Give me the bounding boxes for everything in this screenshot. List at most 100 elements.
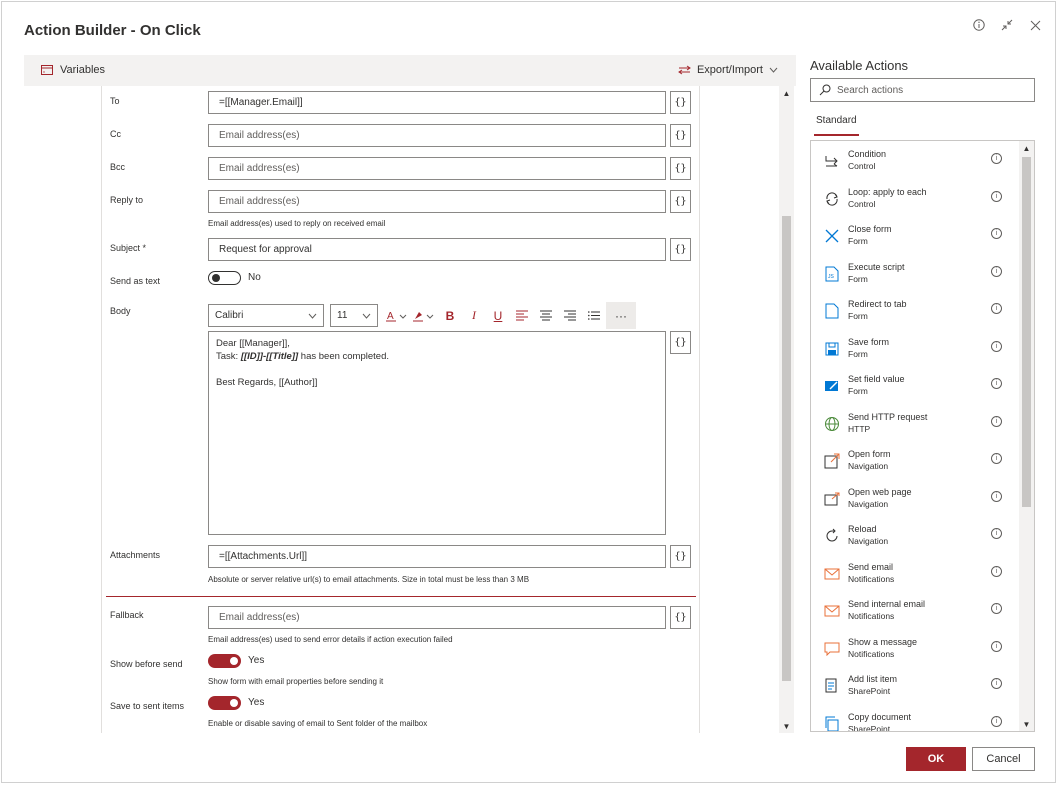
action-builder-dialog: Action Builder - On Click x Variables Ex… bbox=[1, 1, 1056, 783]
to-expression-button[interactable]: {} bbox=[670, 91, 691, 114]
search-actions-input[interactable]: Search actions bbox=[810, 78, 1035, 102]
bold-icon[interactable]: B bbox=[438, 302, 462, 329]
action-name: Execute script bbox=[848, 261, 905, 272]
subject-expression-button[interactable]: {} bbox=[670, 238, 691, 261]
message-icon bbox=[823, 640, 841, 658]
info-icon[interactable] bbox=[971, 17, 987, 33]
export-import-button[interactable]: Export/Import bbox=[678, 64, 778, 76]
fallback-input[interactable]: Email address(es) bbox=[208, 606, 666, 629]
info-icon[interactable]: i bbox=[991, 340, 1002, 352]
info-icon[interactable]: i bbox=[991, 640, 1002, 652]
action-name: Send internal email bbox=[848, 599, 926, 609]
action-name: Close form bbox=[848, 224, 892, 234]
subject-label: Subject * bbox=[110, 243, 147, 253]
info-icon[interactable]: i bbox=[991, 678, 1002, 689]
info-icon[interactable]: i bbox=[991, 265, 1002, 277]
action-name: Send HTTP request bbox=[848, 411, 928, 422]
action-category: SharePoint bbox=[848, 686, 891, 696]
action-item[interactable]: Add list item SharePoint i bbox=[811, 668, 1019, 705]
globe-icon bbox=[823, 415, 841, 433]
cancel-button[interactable]: Cancel bbox=[972, 747, 1035, 771]
actions-scrollbar[interactable]: ▲ ▼ bbox=[1019, 141, 1034, 731]
action-item[interactable]: Condition Control i bbox=[811, 143, 1019, 180]
scroll-down-icon[interactable]: ▼ bbox=[1019, 718, 1034, 730]
action-item[interactable]: Send HTTP request HTTP i bbox=[811, 406, 1019, 443]
action-item[interactable]: Send internal email Notifications i bbox=[811, 593, 1019, 630]
italic-icon[interactable]: I bbox=[462, 302, 486, 329]
action-category: Navigation bbox=[848, 536, 889, 546]
font-size-select[interactable]: 11 bbox=[330, 304, 378, 327]
send-as-text-toggle[interactable] bbox=[208, 271, 241, 285]
info-icon[interactable]: i bbox=[991, 190, 1002, 202]
show-before-send-toggle[interactable] bbox=[208, 654, 241, 668]
action-item[interactable]: Open form Navigation i bbox=[811, 443, 1019, 480]
font-family-select[interactable]: Calibri bbox=[208, 304, 324, 327]
fallback-expression-button[interactable]: {} bbox=[670, 606, 691, 629]
info-icon[interactable]: i bbox=[991, 528, 1002, 539]
body-expression-button[interactable]: {} bbox=[670, 331, 691, 354]
svg-text:A: A bbox=[387, 311, 394, 322]
action-name: Redirect to tab bbox=[848, 299, 907, 309]
action-item[interactable]: Open web page Navigation i bbox=[811, 481, 1019, 518]
actions-scroll-thumb[interactable] bbox=[1022, 157, 1031, 507]
action-item[interactable]: Show a message Notifications i bbox=[811, 631, 1019, 668]
info-icon[interactable]: i bbox=[991, 415, 1002, 427]
subject-input[interactable]: Request for approval bbox=[208, 238, 666, 261]
scroll-up-icon[interactable]: ▲ bbox=[1019, 142, 1034, 154]
info-icon[interactable]: i bbox=[991, 715, 1002, 727]
info-icon[interactable]: i bbox=[991, 228, 1002, 239]
action-item[interactable]: JS Execute script Form i bbox=[811, 256, 1019, 293]
attachments-expression-button[interactable]: {} bbox=[670, 545, 691, 568]
info-icon[interactable]: i bbox=[991, 153, 1002, 164]
scroll-up-icon[interactable]: ▲ bbox=[779, 87, 794, 99]
action-category: Form bbox=[848, 311, 868, 321]
tab-standard[interactable]: Standard bbox=[814, 115, 859, 136]
action-name: Condition bbox=[848, 149, 887, 159]
action-category: Control bbox=[848, 198, 876, 209]
align-right-icon[interactable] bbox=[558, 302, 582, 329]
action-item[interactable]: Copy document SharePoint i bbox=[811, 706, 1019, 731]
action-item[interactable]: Reload Navigation i bbox=[811, 518, 1019, 555]
info-icon[interactable]: i bbox=[991, 453, 1002, 464]
action-item[interactable]: Close form Form i bbox=[811, 218, 1019, 255]
reply-to-label: Reply to bbox=[110, 195, 144, 205]
form-scroll-thumb[interactable] bbox=[782, 216, 791, 681]
info-icon[interactable]: i bbox=[991, 490, 1002, 502]
action-item[interactable]: Loop: apply to each Control i bbox=[811, 181, 1019, 218]
collapse-icon[interactable] bbox=[999, 17, 1015, 33]
more-options-icon[interactable]: ··· bbox=[606, 302, 636, 329]
variables-button[interactable]: x Variables bbox=[41, 64, 105, 76]
reload-icon bbox=[823, 527, 841, 545]
form-scrollbar[interactable]: ▲ ▼ bbox=[779, 86, 794, 733]
action-item[interactable]: Send email Notifications i bbox=[811, 556, 1019, 593]
bullet-list-icon[interactable] bbox=[582, 302, 606, 329]
align-left-icon[interactable] bbox=[510, 302, 534, 329]
scroll-down-icon[interactable]: ▼ bbox=[779, 720, 794, 732]
info-icon[interactable]: i bbox=[991, 565, 1002, 577]
bcc-input[interactable]: Email address(es) bbox=[208, 157, 666, 180]
save-to-sent-toggle[interactable] bbox=[208, 696, 241, 710]
info-icon[interactable]: i bbox=[991, 603, 1002, 614]
builder-toolbar: x Variables Export/Import bbox=[24, 55, 796, 86]
ok-button[interactable]: OK bbox=[906, 747, 966, 771]
reply-to-input[interactable]: Email address(es) bbox=[208, 190, 666, 213]
action-category: Notifications bbox=[848, 648, 895, 659]
to-input[interactable]: =[[Manager.Email]] bbox=[208, 91, 666, 114]
action-item[interactable]: Redirect to tab Form i bbox=[811, 293, 1019, 330]
info-icon[interactable]: i bbox=[991, 303, 1002, 314]
reply-to-expression-button[interactable]: {} bbox=[670, 190, 691, 213]
highlight-icon[interactable] bbox=[410, 302, 438, 329]
font-color-icon[interactable]: A bbox=[384, 302, 410, 329]
cc-input[interactable]: Email address(es) bbox=[208, 124, 666, 147]
info-icon[interactable]: i bbox=[991, 378, 1002, 389]
underline-icon[interactable]: U bbox=[486, 302, 510, 329]
cc-expression-button[interactable]: {} bbox=[670, 124, 691, 147]
body-editor[interactable]: Dear [[Manager]], Task: [[ID]]-[[Title]]… bbox=[208, 331, 666, 535]
svg-text:x: x bbox=[43, 69, 45, 74]
action-item[interactable]: Save form Form i bbox=[811, 331, 1019, 368]
bcc-expression-button[interactable]: {} bbox=[670, 157, 691, 180]
align-center-icon[interactable] bbox=[534, 302, 558, 329]
close-icon[interactable] bbox=[1027, 17, 1043, 33]
action-item[interactable]: Set field value Form i bbox=[811, 368, 1019, 405]
attachments-input[interactable]: =[[Attachments.Url]] bbox=[208, 545, 666, 568]
